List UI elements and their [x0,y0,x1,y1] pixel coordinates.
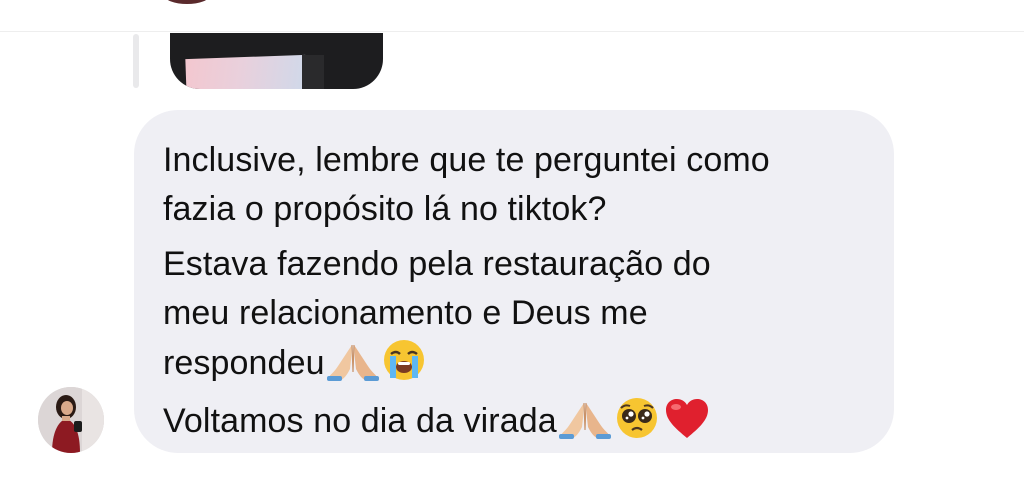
message-line-with-emoji: Voltamos no dia da virada [163,396,864,454]
loudly-crying-face-icon [381,338,427,396]
message-bubble[interactable]: Inclusive, lembre que te perguntei como … [134,110,894,453]
red-heart-icon [663,396,711,454]
message-line-with-emoji: respondeu [163,338,864,396]
message-line: fazia o propósito lá no tiktok? [163,190,607,228]
folded-hands-icon [326,342,379,396]
message-line: Estava fazendo pela restauração do [163,245,711,283]
image-content-edge [302,55,324,89]
pleading-face-icon [613,396,661,454]
message-line: Inclusive, lembre que te perguntei como [163,141,770,179]
image-content [185,54,307,89]
reply-indicator-bar [133,34,139,88]
chat-screen: Inclusive, lembre que te perguntei como … [0,0,1024,480]
folded-hands-icon [558,400,611,454]
divider [0,31,1024,32]
previous-sender-avatar[interactable] [164,0,210,4]
message-text: Voltamos no dia da virada [163,402,557,440]
sender-avatar[interactable] [38,387,104,453]
replied-image-thumbnail[interactable] [170,33,383,89]
message-text: respondeu [163,344,325,382]
message-line: meu relacionamento e Deus me [163,294,648,332]
